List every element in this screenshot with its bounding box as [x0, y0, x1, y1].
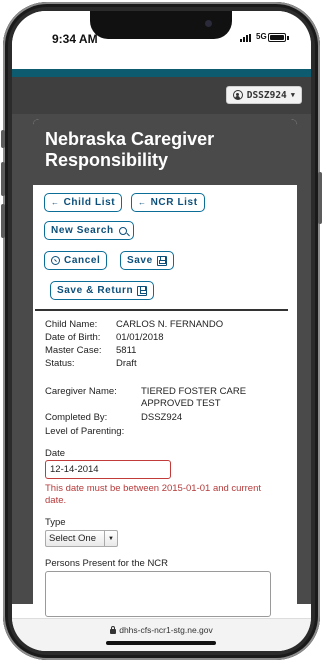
mute-switch	[1, 130, 5, 148]
child-name-value: CARLOS N. FERNANDO	[116, 319, 224, 330]
status-label: Status:	[45, 358, 75, 369]
child-info: Child Name: CARLOS N. FERNANDO Date of B…	[45, 319, 285, 375]
user-circle-icon	[232, 90, 243, 100]
url-text: dhhs-cfs-ncr1-stg.ne.gov	[119, 625, 213, 635]
master-case-value: 5811	[116, 345, 137, 356]
volume-up-button	[1, 162, 5, 196]
cancel-button[interactable]: Cancel	[44, 251, 108, 270]
new-search-button[interactable]: New Search	[44, 221, 134, 240]
signal-icon	[240, 34, 254, 42]
notch	[90, 11, 232, 39]
completed-by-label: Completed By:	[45, 412, 108, 423]
type-select[interactable]: Select One ▼	[45, 530, 118, 547]
search-icon	[118, 226, 127, 235]
save-button[interactable]: Save	[120, 251, 174, 270]
child-list-button[interactable]: ← Child List	[44, 193, 123, 212]
caregiver-name-line1: TIERED FOSTER CARE	[141, 386, 247, 397]
browser-url-bar[interactable]: dhhs-cfs-ncr1-stg.ne.gov	[12, 618, 311, 651]
date-error-message: This date must be between 2015-01-01 and…	[45, 483, 261, 506]
battery-tip	[287, 36, 289, 40]
level-of-parenting-label: Level of Parenting:	[45, 426, 125, 437]
phone-screen: 9:34 AM 5G DSSZ924 ▼ Nebraska Caregiver …	[12, 11, 311, 651]
ncr-list-button[interactable]: ← NCR List	[131, 193, 205, 212]
power-button	[318, 172, 322, 224]
type-label: Type	[45, 517, 66, 528]
volume-down-button	[1, 204, 5, 238]
status-bar: 9:34 AM 5G	[12, 11, 311, 69]
user-id: DSSZ924	[246, 89, 287, 101]
caregiver-name-label: Caregiver Name:	[45, 386, 117, 397]
camera-icon	[205, 20, 212, 27]
ncr-list-label: NCR List	[150, 197, 198, 208]
date-label: Date	[45, 448, 66, 459]
page-title: Nebraska Caregiver Responsibility	[45, 129, 215, 170]
date-input[interactable]	[45, 460, 171, 479]
status-value: Draft	[116, 358, 137, 369]
lock-icon	[110, 626, 117, 634]
new-search-label: New Search	[51, 225, 114, 236]
user-menu-button[interactable]: DSSZ924 ▼	[225, 86, 302, 104]
status-time: 9:34 AM	[52, 32, 98, 46]
card-header: Nebraska Caregiver Responsibility	[33, 119, 297, 185]
app-header: DSSZ924 ▼	[12, 77, 311, 114]
save-disk-icon	[137, 285, 148, 296]
caregiver-name-line2: APPROVED TEST	[141, 398, 221, 409]
arrow-left-icon: ←	[51, 198, 60, 207]
child-name-label: Child Name:	[45, 319, 98, 330]
save-return-label: Save & Return	[57, 285, 134, 296]
save-label: Save	[127, 255, 153, 266]
brand-bar	[12, 69, 311, 77]
chevron-down-icon: ▼	[104, 531, 117, 546]
caregiver-info: Caregiver Name: TIERED FOSTER CARE APPRO…	[45, 386, 285, 442]
persons-present-textarea[interactable]	[45, 571, 271, 617]
url-display: dhhs-cfs-ncr1-stg.ne.gov	[12, 625, 311, 635]
network-type: 5G	[256, 32, 267, 41]
arrow-left-icon: ←	[138, 198, 147, 207]
save-disk-icon	[156, 255, 167, 266]
save-return-button[interactable]: Save & Return	[50, 281, 155, 300]
caret-down-icon: ▼	[290, 91, 295, 99]
dob-value: 01/01/2018	[116, 332, 164, 343]
home-indicator	[106, 641, 216, 645]
persons-present-label: Persons Present for the NCR	[45, 558, 169, 569]
completed-by-value: DSSZ924	[141, 412, 183, 423]
dob-label: Date of Birth:	[45, 332, 101, 343]
battery-icon	[268, 33, 286, 42]
section-divider	[35, 309, 288, 311]
cancel-circle-icon	[51, 256, 60, 265]
master-case-label: Master Case:	[45, 345, 102, 356]
cancel-label: Cancel	[64, 255, 101, 266]
child-list-label: Child List	[63, 197, 116, 208]
type-select-value: Select One	[49, 533, 96, 544]
